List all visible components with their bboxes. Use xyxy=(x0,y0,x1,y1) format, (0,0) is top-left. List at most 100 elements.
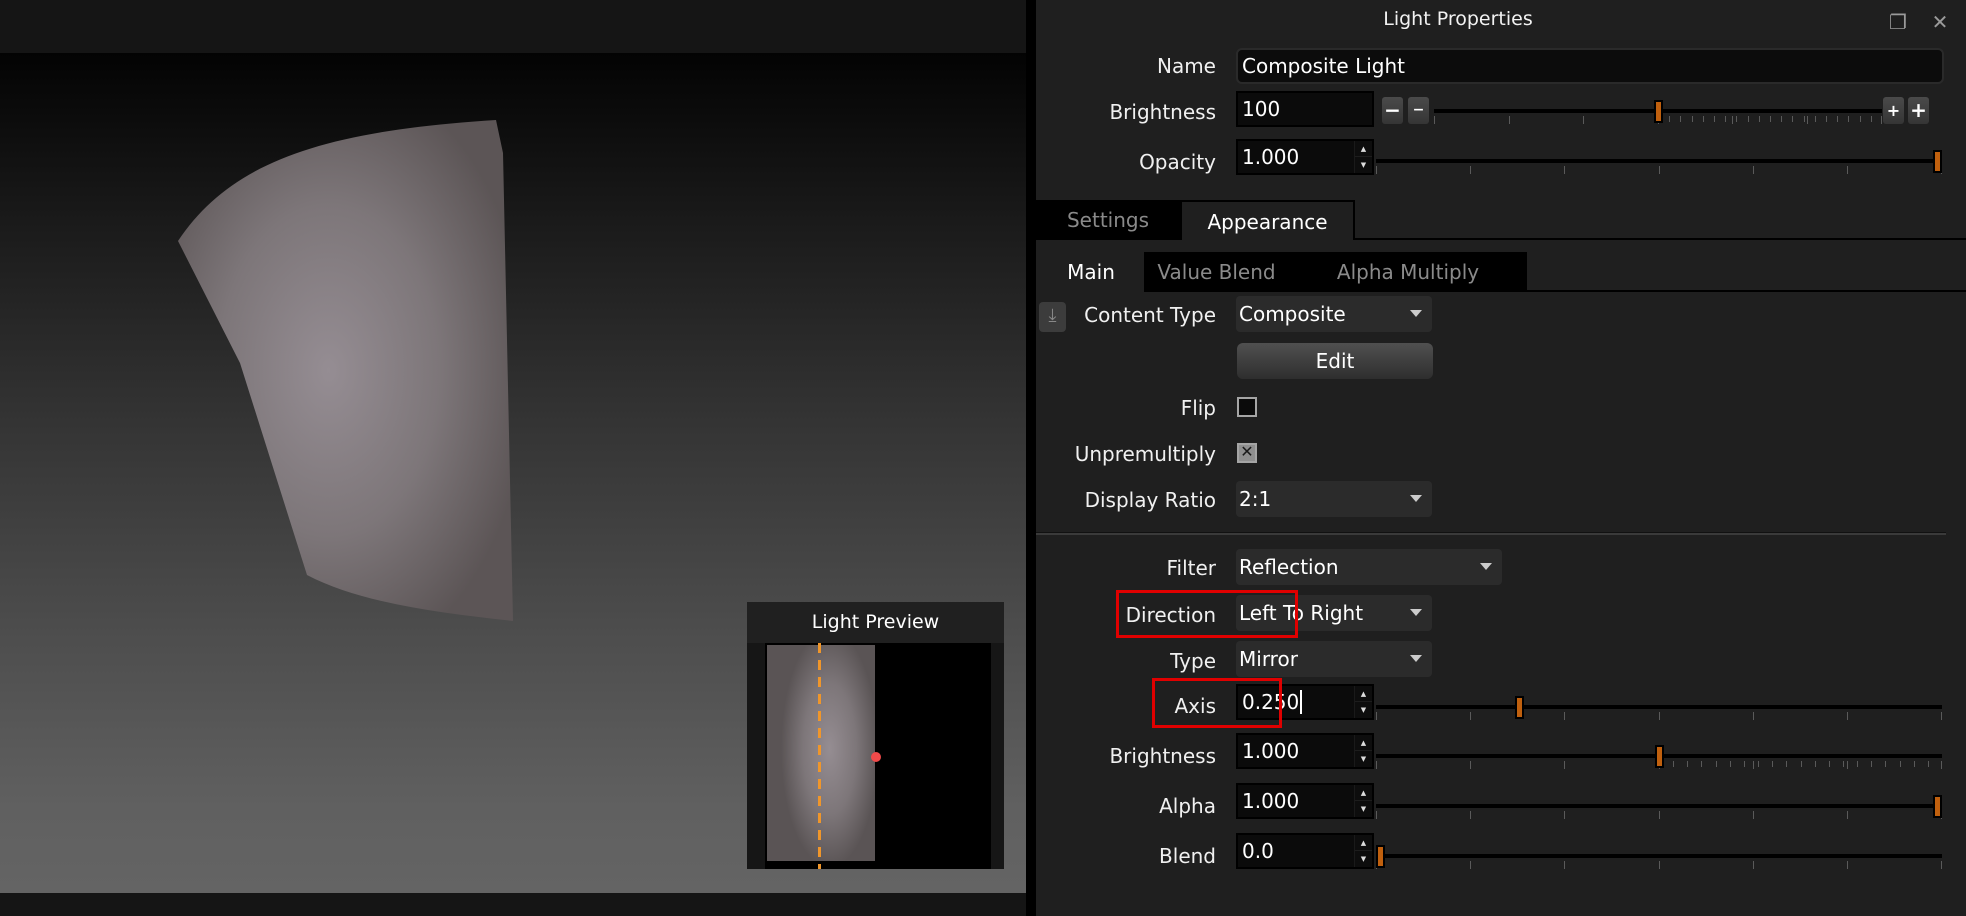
brightness-decrease-small-button[interactable]: − xyxy=(1408,97,1429,124)
flip-label: Flip xyxy=(1180,396,1216,420)
spin-up-icon[interactable]: ▲ xyxy=(1355,785,1372,801)
spin-down-icon[interactable]: ▼ xyxy=(1355,801,1372,817)
tab-settings[interactable]: Settings xyxy=(1036,200,1180,240)
content-type-value: Composite xyxy=(1239,302,1346,326)
slider-tick xyxy=(1376,811,1377,819)
opacity-slider[interactable] xyxy=(1376,150,1942,183)
alpha-slider[interactable] xyxy=(1376,795,1942,828)
content-type-label: Content Type xyxy=(1084,303,1216,327)
filter-dropdown[interactable]: Reflection xyxy=(1236,549,1502,585)
blend-spinner[interactable]: ▲ ▼ xyxy=(1354,835,1372,867)
tab-appearance[interactable]: Appearance xyxy=(1180,200,1355,240)
slider-fine-tick xyxy=(1792,116,1793,122)
slider-tick xyxy=(1376,712,1377,720)
filter-brightness-spinner[interactable]: ▲ ▼ xyxy=(1354,735,1372,767)
slider-handle[interactable] xyxy=(1515,696,1524,719)
subtab-alpha-multiply[interactable]: Alpha Multiply xyxy=(1289,252,1527,292)
slider-tick xyxy=(1753,811,1754,819)
slider-track[interactable] xyxy=(1376,159,1942,163)
filter-brightness-slider[interactable] xyxy=(1376,745,1942,778)
unpremultiply-checkbox[interactable] xyxy=(1237,442,1257,463)
spin-up-icon[interactable]: ▲ xyxy=(1355,835,1372,851)
slider-tick xyxy=(1941,761,1942,769)
type-label: Type xyxy=(1170,649,1216,673)
slider-tick xyxy=(1434,116,1435,124)
slider-fine-tick xyxy=(1815,116,1816,122)
close-icon[interactable]: ✕ xyxy=(1930,12,1950,32)
filter-brightness-field[interactable]: 1.000 ▲ ▼ xyxy=(1236,733,1374,769)
direction-dropdown[interactable]: Left To Right xyxy=(1236,595,1432,631)
axis-slider[interactable] xyxy=(1376,696,1942,729)
slider-handle[interactable] xyxy=(1376,845,1385,868)
brightness-increase-large-button[interactable]: + xyxy=(1908,97,1929,124)
alpha-spinner[interactable]: ▲ ▼ xyxy=(1354,785,1372,817)
spin-down-icon[interactable]: ▼ xyxy=(1355,157,1372,173)
preview-direction-handle[interactable] xyxy=(871,752,881,762)
spin-down-icon[interactable]: ▼ xyxy=(1355,751,1372,767)
slider-handle[interactable] xyxy=(1933,150,1942,173)
spin-up-icon[interactable]: ▲ xyxy=(1355,686,1372,702)
slider-track[interactable] xyxy=(1376,804,1942,808)
content-type-dropdown[interactable]: Composite xyxy=(1236,296,1432,332)
brightness-increase-small-button[interactable]: + xyxy=(1883,97,1904,124)
slider-tick xyxy=(1564,712,1565,720)
spin-up-icon[interactable]: ▲ xyxy=(1355,735,1372,751)
slider-tick xyxy=(1732,116,1733,124)
slider-fine-tick xyxy=(1736,116,1737,122)
opacity-value: 1.000 xyxy=(1242,145,1300,169)
axis-spinner[interactable]: ▲ ▼ xyxy=(1354,686,1372,718)
slider-tick xyxy=(1470,811,1471,819)
slider-fine-tick xyxy=(1781,116,1782,122)
light-properties-panel: Light Properties ❐ ✕ Name Composite Ligh… xyxy=(1036,0,1966,916)
slider-handle[interactable] xyxy=(1933,795,1942,818)
download-icon[interactable]: ⤓ xyxy=(1039,302,1066,332)
type-dropdown[interactable]: Mirror xyxy=(1236,641,1432,677)
flip-checkbox[interactable] xyxy=(1237,397,1257,417)
blend-field[interactable]: 0.0 ▲ ▼ xyxy=(1236,833,1374,869)
alpha-field[interactable]: 1.000 ▲ ▼ xyxy=(1236,783,1374,819)
opacity-spinner[interactable]: ▲ ▼ xyxy=(1354,141,1372,173)
blend-value: 0.0 xyxy=(1242,839,1274,863)
axis-field[interactable]: 0.250 ▲ ▼ xyxy=(1236,684,1374,720)
light-preview-title: Light Preview xyxy=(747,602,1004,643)
opacity-field[interactable]: 1.000 ▲ ▼ xyxy=(1236,139,1374,175)
brightness-field[interactable]: 100 xyxy=(1236,91,1374,127)
viewport[interactable]: Light Preview xyxy=(0,0,1026,916)
slider-tick xyxy=(1376,761,1377,769)
edit-button[interactable]: Edit xyxy=(1237,343,1433,379)
viewport-canvas[interactable]: Light Preview xyxy=(0,53,1026,893)
subtab-value-blend[interactable]: Value Blend xyxy=(1144,252,1289,292)
slider-fine-tick xyxy=(1673,761,1674,767)
slider-tick xyxy=(1847,761,1848,769)
slider-tick xyxy=(1941,861,1942,869)
type-value: Mirror xyxy=(1239,647,1298,671)
slider-track[interactable] xyxy=(1376,854,1942,858)
preview-axis-line[interactable] xyxy=(818,643,821,869)
slider-track[interactable] xyxy=(1376,705,1942,709)
slider-tick xyxy=(1583,116,1584,124)
slider-fine-tick xyxy=(1848,116,1849,122)
filter-brightness-value: 1.000 xyxy=(1242,739,1300,763)
slider-fine-tick xyxy=(1801,761,1802,767)
slider-handle[interactable] xyxy=(1654,100,1663,123)
name-field[interactable]: Composite Light xyxy=(1236,48,1944,84)
spin-down-icon[interactable]: ▼ xyxy=(1355,702,1372,718)
chevron-down-icon xyxy=(1410,310,1422,317)
spin-up-icon[interactable]: ▲ xyxy=(1355,141,1372,157)
slider-fine-tick xyxy=(1687,761,1688,767)
float-window-icon[interactable]: ❐ xyxy=(1888,12,1908,32)
section-divider xyxy=(1036,532,1946,535)
panel-splitter[interactable] xyxy=(1026,0,1036,916)
slider-fine-tick xyxy=(1680,116,1681,122)
subtab-main[interactable]: Main xyxy=(1038,252,1144,292)
spin-down-icon[interactable]: ▼ xyxy=(1355,851,1372,867)
blend-slider[interactable] xyxy=(1376,845,1942,878)
slider-tick xyxy=(1470,712,1471,720)
display-ratio-dropdown[interactable]: 2:1 xyxy=(1236,481,1432,517)
brightness-slider[interactable] xyxy=(1434,100,1882,133)
brightness-decrease-large-button[interactable]: − xyxy=(1382,97,1403,124)
slider-handle[interactable] xyxy=(1655,745,1664,768)
slider-fine-tick xyxy=(1837,116,1838,122)
slider-tick xyxy=(1659,811,1660,819)
alpha-label: Alpha xyxy=(1159,794,1216,818)
